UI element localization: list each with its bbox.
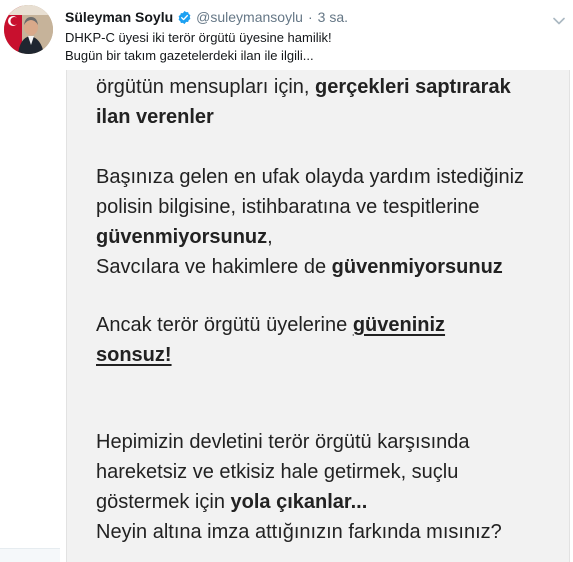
verified-badge-icon [177, 10, 192, 25]
image-text-line: ilan verenler [96, 106, 214, 128]
image-text-line: hareketsiz ve etkisiz hale getirmek, suç… [96, 461, 459, 483]
tweet-container: Süleyman Soylu @suleymansoylu · 3 sa. DH… [0, 0, 573, 562]
user-avatar[interactable] [4, 5, 53, 54]
tweet-text-line: Bugün bir takım gazetelerdeki ilan ile i… [65, 48, 314, 63]
user-handle[interactable]: @suleymansoylu [196, 9, 303, 26]
tweet-image[interactable]: örgütün mensupları için, gerçekleri sapt… [66, 70, 570, 562]
image-text-line: göstermek için yola çıkanlar... [96, 491, 368, 513]
tweet-header: Süleyman Soylu @suleymansoylu · 3 sa. [65, 9, 348, 26]
separator-dot: · [307, 9, 313, 25]
image-text-line: Hepimizin devletini terör örgütü karşısı… [96, 431, 470, 453]
chevron-down-icon[interactable] [553, 12, 565, 25]
timeline-edge [0, 548, 60, 562]
tweet-timestamp[interactable]: 3 sa. [318, 9, 348, 26]
image-text-line: polisin bilgisine, istihbaratına ve tesp… [96, 196, 480, 218]
image-text-line: Neyin altına imza attığınızın farkında m… [96, 521, 502, 543]
image-text-line: Başınıza gelen en ufak olayda yardım ist… [96, 166, 525, 188]
image-text-line: Ancak terör örgütü üyelerine güveniniz [96, 314, 446, 336]
image-text-line: güvenmiyorsunuz, [96, 226, 273, 248]
image-text-line: sonsuz! [96, 344, 172, 366]
tweet-text: DHKP-C üyesi iki terör örgütü üyesine ha… [65, 29, 565, 65]
user-name[interactable]: Süleyman Soylu [65, 9, 173, 26]
image-text-line: Savcılara ve hakimlere de güvenmiyorsunu… [96, 256, 503, 278]
tweet-text-line: DHKP-C üyesi iki terör örgütü üyesine ha… [65, 30, 332, 45]
image-text-line: örgütün mensupları için, gerçekleri sapt… [96, 76, 511, 98]
